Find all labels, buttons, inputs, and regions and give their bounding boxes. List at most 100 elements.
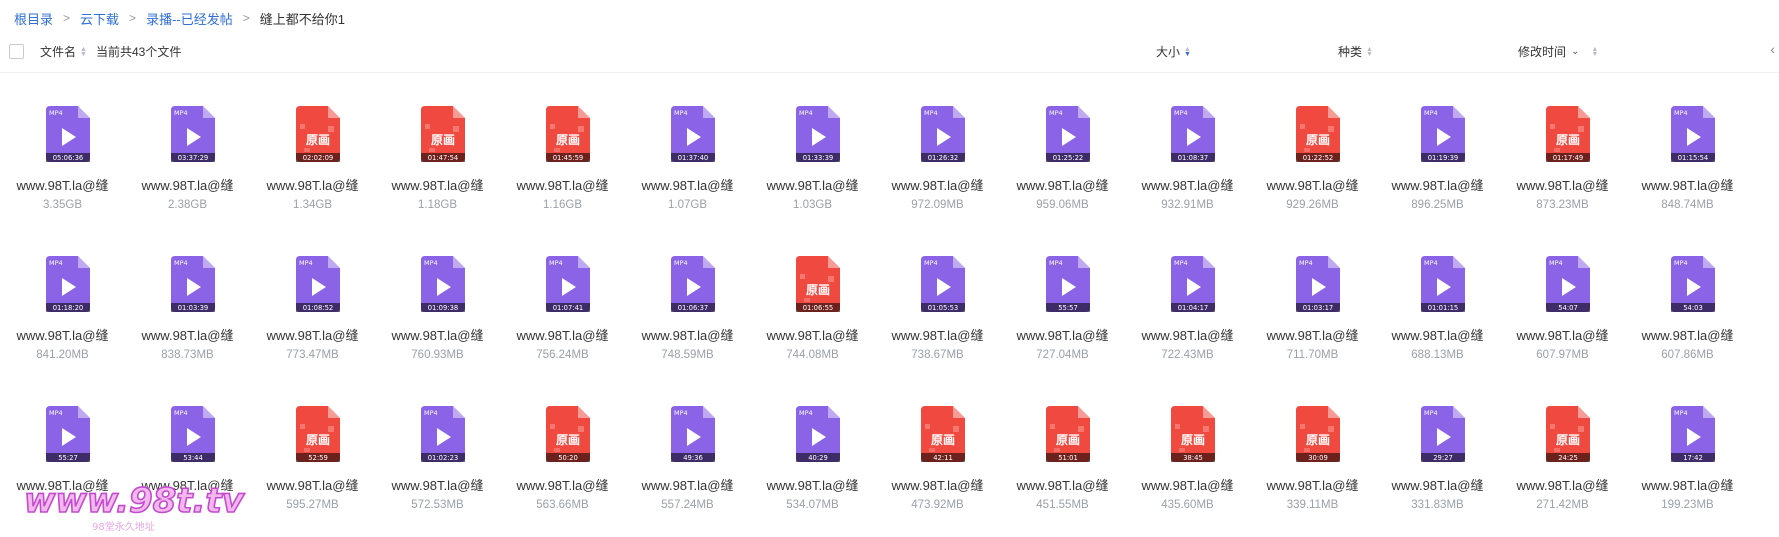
file-item[interactable]: 原画 42:11 www.98T.la@缝 473.92MB bbox=[875, 400, 1000, 537]
file-name: www.98T.la@缝 bbox=[1641, 178, 1734, 193]
file-size: 3.35GB bbox=[43, 199, 82, 211]
duration-label: 54:03 bbox=[1683, 304, 1703, 312]
file-count: 当前共43个文件 bbox=[96, 45, 182, 59]
file-item[interactable]: 原画 52:59 www.98T.la@缝 595.27MB bbox=[250, 400, 375, 537]
file-item[interactable]: MP4 01:33:39 www.98T.la@缝 1.03GB bbox=[750, 100, 875, 250]
file-item[interactable]: MP4 03:37:29 www.98T.la@缝 2.38GB bbox=[125, 100, 250, 250]
icon-label: MP4 bbox=[299, 259, 313, 267]
file-item[interactable]: MP4 01:05:53 www.98T.la@缝 738.67MB bbox=[875, 250, 1000, 400]
file-item[interactable]: 原画 01:45:59 www.98T.la@缝 1.16GB bbox=[500, 100, 625, 250]
file-size: 1.34GB bbox=[293, 199, 332, 211]
file-name: www.98T.la@缝 bbox=[766, 478, 859, 493]
file-item[interactable]: 原画 38:45 www.98T.la@缝 435.60MB bbox=[1125, 400, 1250, 537]
file-item[interactable]: MP4 40:29 www.98T.la@缝 534.07MB bbox=[750, 400, 875, 537]
file-item[interactable]: MP4 01:08:37 www.98T.la@缝 932.91MB bbox=[1125, 100, 1250, 250]
file-name: www.98T.la@缝 bbox=[1391, 478, 1484, 493]
file-item[interactable]: MP4 01:01:15 www.98T.la@缝 688.13MB bbox=[1375, 250, 1500, 400]
file-item[interactable]: MP4 01:25:22 www.98T.la@缝 959.06MB bbox=[1000, 100, 1125, 250]
file-name: www.98T.la@缝 bbox=[1016, 178, 1109, 193]
icon-label: MP4 bbox=[1424, 409, 1438, 417]
file-item[interactable]: 原画 01:17:49 www.98T.la@缝 873.23MB bbox=[1500, 100, 1625, 250]
file-item[interactable]: MP4 01:08:52 www.98T.la@缝 773.47MB bbox=[250, 250, 375, 400]
column-type-header[interactable]: 种类 ▲ ▼ bbox=[1338, 43, 1373, 60]
icon-label: MP4 bbox=[924, 109, 938, 117]
breadcrumb-separator: > bbox=[242, 11, 250, 25]
file-item[interactable]: MP4 54:03 www.98T.la@缝 607.86MB bbox=[1625, 250, 1750, 400]
select-all-checkbox[interactable] bbox=[9, 44, 24, 59]
file-item[interactable]: 原画 02:02:09 www.98T.la@缝 1.34GB bbox=[250, 100, 375, 250]
mp4-file-icon: MP4 01:01:15 bbox=[1421, 256, 1465, 312]
file-name: www.98T.la@缝 bbox=[1266, 328, 1359, 343]
mp4-file-icon: MP4 01:05:53 bbox=[921, 256, 965, 312]
file-item[interactable]: MP4 05:06:36 www.98T.la@缝 3.35GB bbox=[0, 100, 125, 250]
chevron-left-icon[interactable]: ‹ bbox=[1770, 41, 1775, 57]
duration-label: 51:01 bbox=[1058, 454, 1078, 462]
icon-label: MP4 bbox=[1674, 409, 1688, 417]
duration-label: 42:11 bbox=[933, 454, 953, 462]
mp4-file-icon: MP4 55:57 bbox=[1046, 256, 1090, 312]
yuanhua-video-file-icon: 原画 38:45 bbox=[1171, 406, 1215, 462]
file-name: www.98T.la@缝 bbox=[266, 328, 359, 343]
file-item[interactable]: MP4 01:07:41 www.98T.la@缝 756.24MB bbox=[500, 250, 625, 400]
file-size: 572.53MB bbox=[411, 499, 464, 511]
file-grid: MP4 05:06:36 www.98T.la@缝 3.35GB MP4 03:37:29… bbox=[0, 100, 1779, 537]
file-item[interactable]: MP4 01:26:32 www.98T.la@缝 972.09MB bbox=[875, 100, 1000, 250]
chevron-down-icon[interactable]: ⌄ bbox=[1571, 46, 1579, 57]
duration-label: 49:36 bbox=[683, 454, 703, 462]
breadcrumb-recordings[interactable]: 录播--已经发帖 bbox=[146, 9, 233, 28]
file-item[interactable]: MP4 29:27 www.98T.la@缝 331.83MB bbox=[1375, 400, 1500, 537]
icon-label: 原画 bbox=[306, 133, 330, 147]
file-item[interactable]: MP4 17:42 www.98T.la@缝 199.23MB bbox=[1625, 400, 1750, 537]
mp4-file-icon: MP4 01:33:39 bbox=[796, 106, 840, 162]
file-item[interactable]: MP4 01:02:23 www.98T.la@缝 572.53MB bbox=[375, 400, 500, 537]
file-item[interactable]: MP4 01:37:40 www.98T.la@缝 1.07GB bbox=[625, 100, 750, 250]
file-size: 331.83MB bbox=[1411, 499, 1464, 511]
column-mtime-header[interactable]: 修改时间 ⌄ ▲ ▼ bbox=[1518, 43, 1598, 60]
yuanhua-video-file-icon: 原画 24:25 bbox=[1546, 406, 1590, 462]
duration-label: 01:26:32 bbox=[928, 154, 959, 162]
file-item[interactable]: 原画 01:47:54 www.98T.la@缝 1.18GB bbox=[375, 100, 500, 250]
list-header: 文件名 ▲ ▼ 当前共43个文件 大小 ▲ ▼ 种类 ▲ ▼ 修改时间 ⌄ ▲ ▼ ‹ bbox=[0, 38, 1779, 73]
file-name: www.98T.la@缝 bbox=[766, 178, 859, 193]
file-item[interactable]: 原画 24:25 www.98T.la@缝 271.42MB bbox=[1500, 400, 1625, 537]
file-item[interactable]: MP4 01:03:17 www.98T.la@缝 711.70MB bbox=[1250, 250, 1375, 400]
mp4-file-icon: MP4 01:19:39 bbox=[1421, 106, 1465, 162]
file-name: www.98T.la@缝 bbox=[1141, 328, 1234, 343]
file-size: 841.20MB bbox=[36, 349, 89, 361]
duration-label: 01:25:22 bbox=[1053, 154, 1084, 162]
file-name: www.98T.la@缝 bbox=[141, 328, 234, 343]
icon-label: 原画 bbox=[1181, 433, 1205, 447]
file-item[interactable]: MP4 01:04:17 www.98T.la@缝 722.43MB bbox=[1125, 250, 1250, 400]
icon-label: MP4 bbox=[1299, 259, 1313, 267]
watermark-text: www.98t.tv bbox=[24, 481, 246, 521]
breadcrumb-root[interactable]: 根目录 bbox=[14, 9, 53, 28]
duration-label: 01:01:15 bbox=[1428, 304, 1459, 312]
file-item[interactable]: 原画 01:06:55 www.98T.la@缝 744.08MB bbox=[750, 250, 875, 400]
mp4-file-icon: MP4 01:37:40 bbox=[671, 106, 715, 162]
duration-label: 01:02:23 bbox=[428, 454, 459, 462]
file-item[interactable]: MP4 01:18:20 www.98T.la@缝 841.20MB bbox=[0, 250, 125, 400]
file-item[interactable]: MP4 01:15:54 www.98T.la@缝 848.74MB bbox=[1625, 100, 1750, 250]
file-item[interactable]: 原画 30:09 www.98T.la@缝 339.11MB bbox=[1250, 400, 1375, 537]
file-size: 932.91MB bbox=[1161, 199, 1214, 211]
column-size-header[interactable]: 大小 ▲ ▼ bbox=[1156, 43, 1191, 60]
file-item[interactable]: MP4 54:07 www.98T.la@缝 607.97MB bbox=[1500, 250, 1625, 400]
file-item[interactable]: MP4 01:09:38 www.98T.la@缝 760.93MB bbox=[375, 250, 500, 400]
file-item[interactable]: 原画 50:20 www.98T.la@缝 563.66MB bbox=[500, 400, 625, 537]
sort-icon: ▲ ▼ bbox=[80, 45, 87, 58]
file-item[interactable]: MP4 01:19:39 www.98T.la@缝 896.25MB bbox=[1375, 100, 1500, 250]
file-size: 722.43MB bbox=[1161, 349, 1214, 361]
file-name: www.98T.la@缝 bbox=[641, 328, 734, 343]
file-size: 748.59MB bbox=[661, 349, 714, 361]
duration-label: 01:45:59 bbox=[553, 154, 584, 162]
file-item[interactable]: 原画 51:01 www.98T.la@缝 451.55MB bbox=[1000, 400, 1125, 537]
file-item[interactable]: 原画 01:22:52 www.98T.la@缝 929.26MB bbox=[1250, 100, 1375, 250]
file-item[interactable]: MP4 49:36 www.98T.la@缝 557.24MB bbox=[625, 400, 750, 537]
file-item[interactable]: MP4 01:06:37 www.98T.la@缝 748.59MB bbox=[625, 250, 750, 400]
file-name: www.98T.la@缝 bbox=[391, 478, 484, 493]
breadcrumb-cloud-download[interactable]: 云下载 bbox=[80, 9, 119, 28]
file-item[interactable]: MP4 01:03:39 www.98T.la@缝 838.73MB bbox=[125, 250, 250, 400]
file-item[interactable]: MP4 55:57 www.98T.la@缝 727.04MB bbox=[1000, 250, 1125, 400]
file-size: 711.70MB bbox=[1286, 349, 1339, 361]
column-name-header[interactable]: 文件名 ▲ ▼ bbox=[40, 43, 87, 60]
